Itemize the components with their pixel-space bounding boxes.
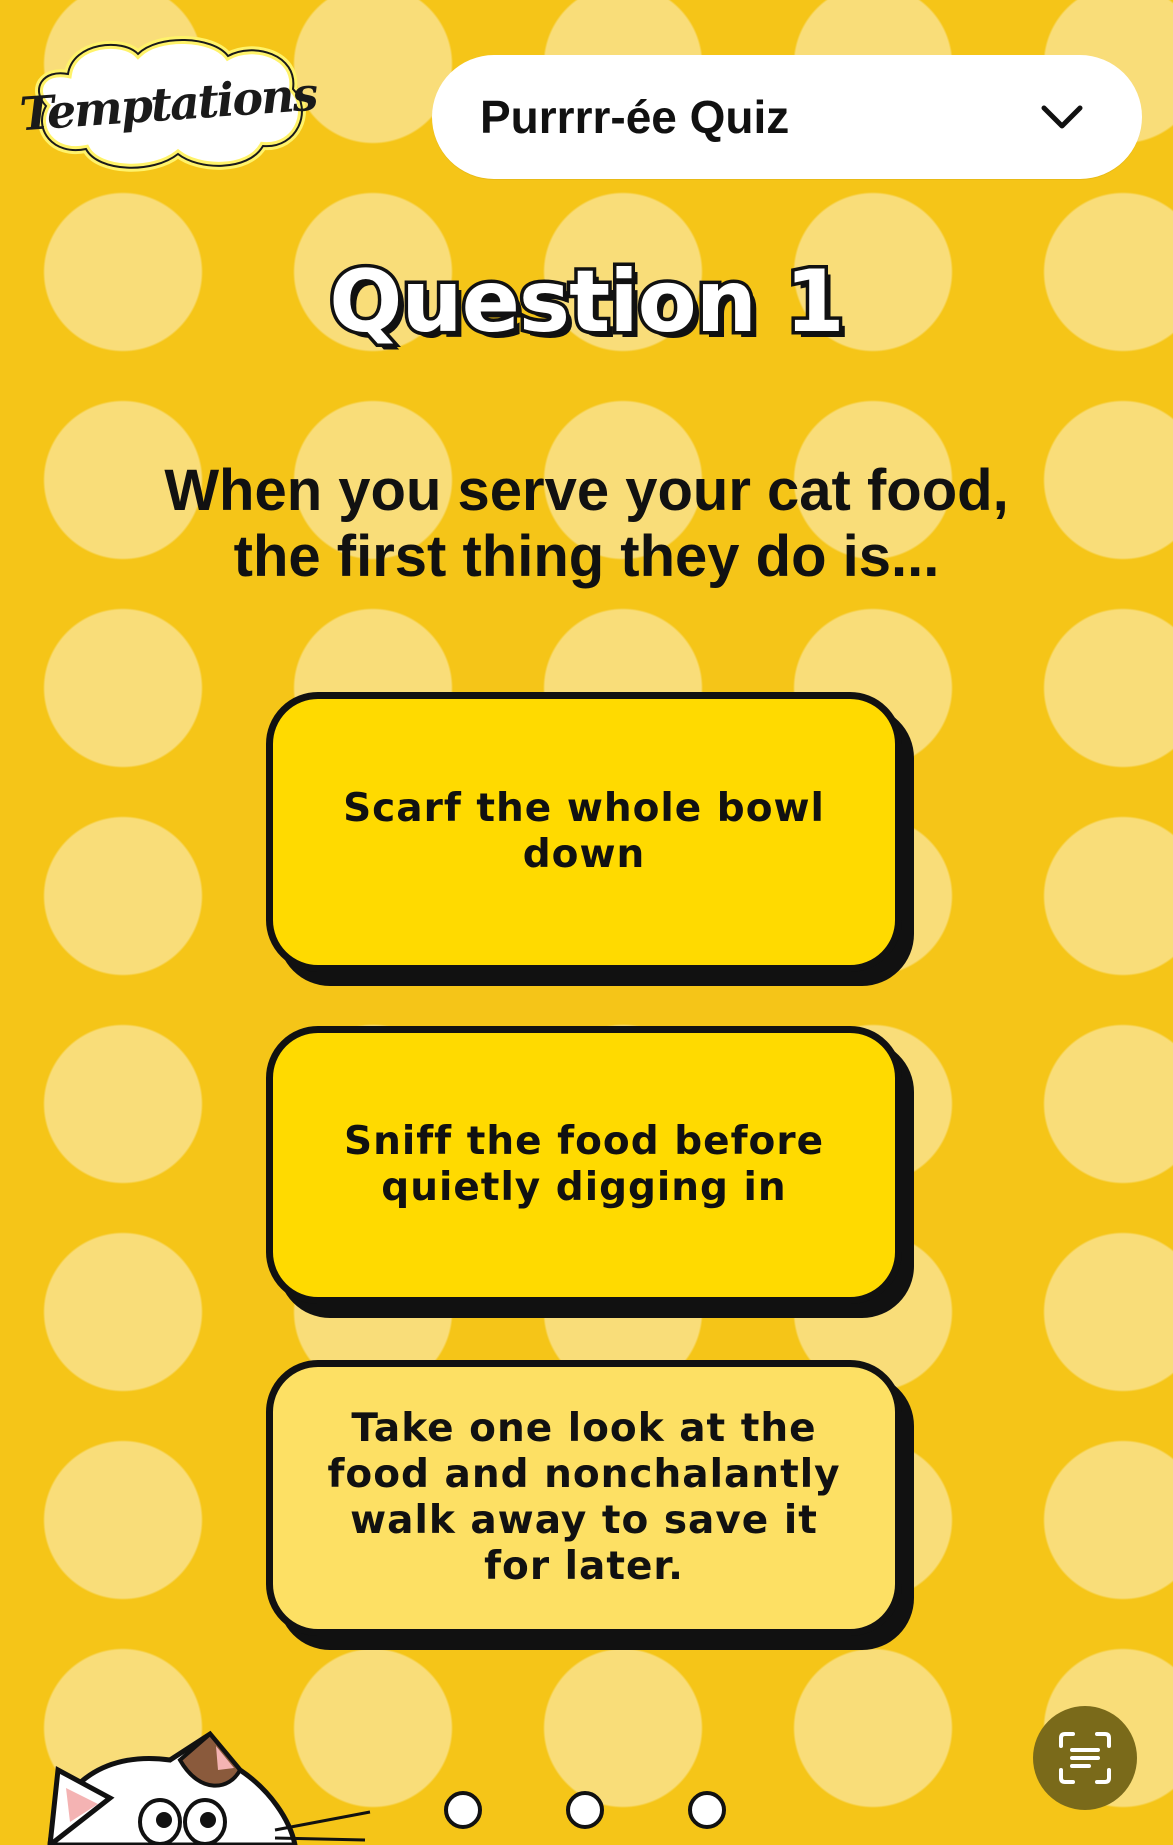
temptations-logo[interactable]: Temptations <box>18 34 318 174</box>
answer-option-3[interactable]: Take one look at the food and nonchalant… <box>266 1360 902 1636</box>
question-text-line-2: the first thing they do is... <box>233 524 940 589</box>
question-text-line-1: When you serve your cat food, <box>164 458 1009 523</box>
chevron-down-icon <box>1041 105 1083 129</box>
text-scan-icon <box>1059 1732 1111 1784</box>
answer-option-label: Take one look at the food and nonchalant… <box>327 1406 841 1589</box>
question-text: When you serve your cat food, the first … <box>100 458 1073 590</box>
pagination-dot-1[interactable] <box>444 1791 482 1829</box>
quiz-title: Purrrr-ée Quiz <box>480 91 790 143</box>
question-number-heading: Question 1 <box>326 249 849 356</box>
pagination-dots <box>444 1791 734 1835</box>
answer-option-label: Scarf the whole bowl down <box>343 786 825 877</box>
answer-option-2[interactable]: Sniff the food before quietly digging in <box>266 1026 902 1304</box>
text-scan-button[interactable] <box>1033 1706 1137 1810</box>
cat-mascot-illustration <box>47 1730 371 1845</box>
logo-text: Temptations <box>18 66 318 142</box>
quiz-selector-dropdown[interactable]: Purrrr-ée Quiz <box>432 55 1142 179</box>
pagination-dot-2[interactable] <box>566 1791 604 1829</box>
answer-option-1[interactable]: Scarf the whole bowl down <box>266 692 902 972</box>
pagination-dot-3[interactable] <box>688 1791 726 1829</box>
answer-option-label: Sniff the food before quietly digging in <box>343 1119 825 1210</box>
